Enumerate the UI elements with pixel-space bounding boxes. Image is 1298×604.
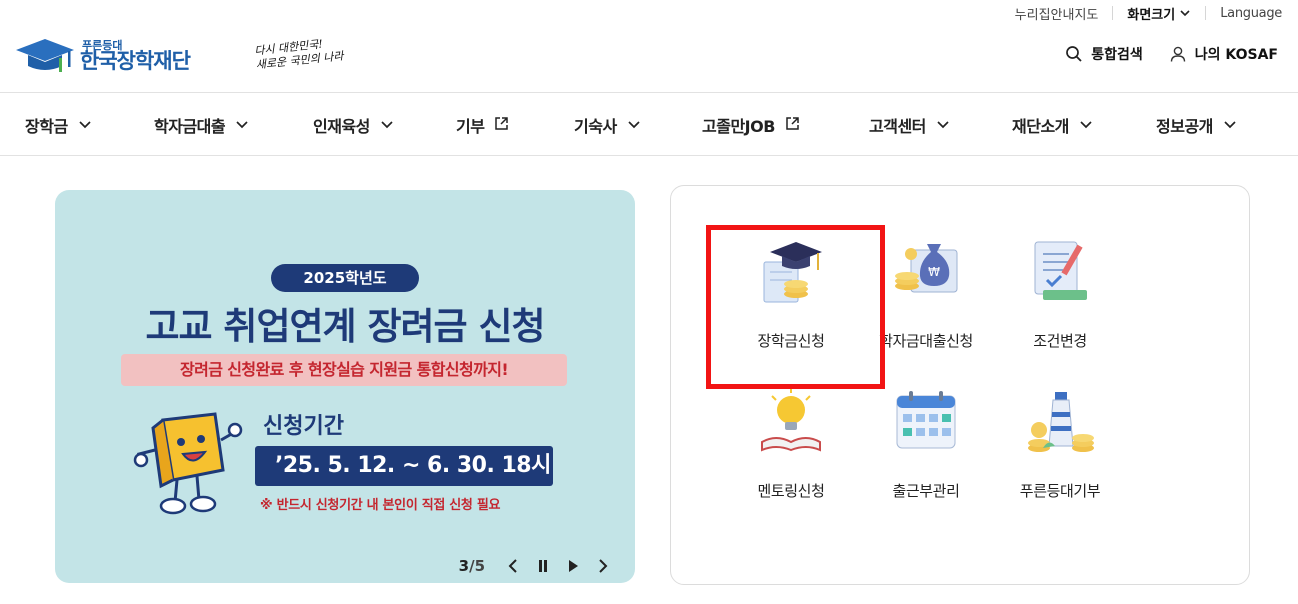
lighthouse-coins-icon: [1025, 386, 1095, 456]
money-bag-icon: ₩: [891, 236, 961, 306]
chevron-down-icon: [380, 116, 394, 135]
play-icon: [569, 560, 578, 572]
quick-menu-item[interactable]: 출근부관리: [856, 376, 996, 516]
external-link-icon: [785, 116, 800, 135]
banner-subtitle: 장려금 신청완료 후 현장실습 지원금 통합신청까지!: [121, 354, 567, 386]
quick-menu-item[interactable]: 푸른등대기부: [990, 376, 1130, 516]
chevron-down-icon: [936, 116, 950, 135]
play-button[interactable]: [565, 558, 581, 574]
svg-text:₩: ₩: [928, 265, 940, 279]
nav-item-8[interactable]: 정보공개: [1156, 113, 1237, 137]
pause-icon: [539, 560, 547, 572]
integrated-search-button[interactable]: 통합검색: [1065, 44, 1143, 64]
banner-period: ’25. 5. 12. ~ 6. 30. 18시: [255, 446, 553, 486]
logo[interactable]: 푸른등대 한국장학재단: [14, 36, 191, 76]
banner-title: 고교 취업연계 장려금 신청: [145, 305, 545, 348]
banner-period-label: 신청기간: [263, 414, 344, 439]
nav-item-2[interactable]: 인재육성: [313, 113, 394, 137]
external-link-icon: [494, 116, 509, 135]
lightbulb-book-icon: [756, 386, 826, 456]
divider: [1112, 6, 1114, 20]
prev-slide-button[interactable]: [505, 558, 521, 574]
chevron-down-icon: [78, 116, 92, 135]
chevron-down-icon: [1180, 10, 1190, 17]
quick-menu-label: 푸른등대기부: [1019, 482, 1101, 500]
quick-menu-item[interactable]: 멘토링신청: [721, 376, 861, 516]
utility-bar: 누리집안내지도 화면크기 Language: [1015, 0, 1283, 26]
slogan: 다시 대한민국! 새로운 국민의 나라: [253, 37, 345, 72]
chevron-down-icon: [1223, 116, 1237, 135]
divider: [1205, 6, 1207, 20]
quick-menu-label: 출근부관리: [892, 482, 960, 500]
chevron-down-icon: [1079, 116, 1093, 135]
main-banner[interactable]: 2025학년도 고교 취업연계 장려금 신청 장려금 신청완료 후 현장실습 지…: [55, 190, 635, 583]
language-button[interactable]: Language: [1220, 6, 1282, 21]
nav-item-5[interactable]: 고졸만JOB: [702, 113, 800, 137]
graduation-cap-logo-icon: [16, 39, 74, 72]
quick-menu-item[interactable]: 조건변경: [990, 226, 1130, 366]
pause-button[interactable]: [535, 558, 551, 574]
font-size-button[interactable]: 화면크기: [1127, 4, 1191, 23]
nav-item-6[interactable]: 고객센터: [869, 113, 950, 137]
logo-name: 한국장학재단: [80, 49, 191, 73]
banner-controls: 3/5: [459, 557, 611, 575]
nav-item-4[interactable]: 기숙사: [574, 113, 641, 137]
quick-menu-label: 조건변경: [1033, 332, 1087, 350]
sitemap-link[interactable]: 누리집안내지도: [1015, 4, 1099, 23]
quick-menu-label: 멘토링신청: [757, 482, 825, 500]
nav-item-3[interactable]: 기부: [456, 113, 509, 137]
nav-item-1[interactable]: 학자금대출: [154, 113, 249, 137]
highlight-box: [706, 225, 885, 389]
main-navigation: 장학금 학자금대출 인재육성 기부 기숙사 고졸만JOB 고객센터 재단소개 정보공개: [0, 92, 1298, 156]
nav-item-7[interactable]: 재단소개: [1012, 113, 1093, 137]
calendar-icon: [891, 386, 961, 456]
chevron-down-icon: [627, 116, 641, 135]
chevron-right-icon: [599, 559, 608, 573]
mascot-illustration: [133, 412, 243, 515]
user-icon: [1170, 46, 1185, 62]
chevron-down-icon: [235, 116, 249, 135]
search-icon: [1066, 46, 1082, 62]
banner-year: 2025학년도: [271, 264, 419, 292]
nav-item-0[interactable]: 장학금: [25, 113, 92, 137]
banner-note: ※ 반드시 신청기간 내 본인이 직접 신청 필요: [260, 498, 501, 513]
chevron-left-icon: [508, 559, 517, 573]
next-slide-button[interactable]: [595, 558, 611, 574]
my-kosaf-button[interactable]: 나의 KOSAF: [1169, 44, 1278, 64]
banner-pager: 3/5: [458, 557, 485, 575]
document-icon: [1025, 236, 1095, 306]
